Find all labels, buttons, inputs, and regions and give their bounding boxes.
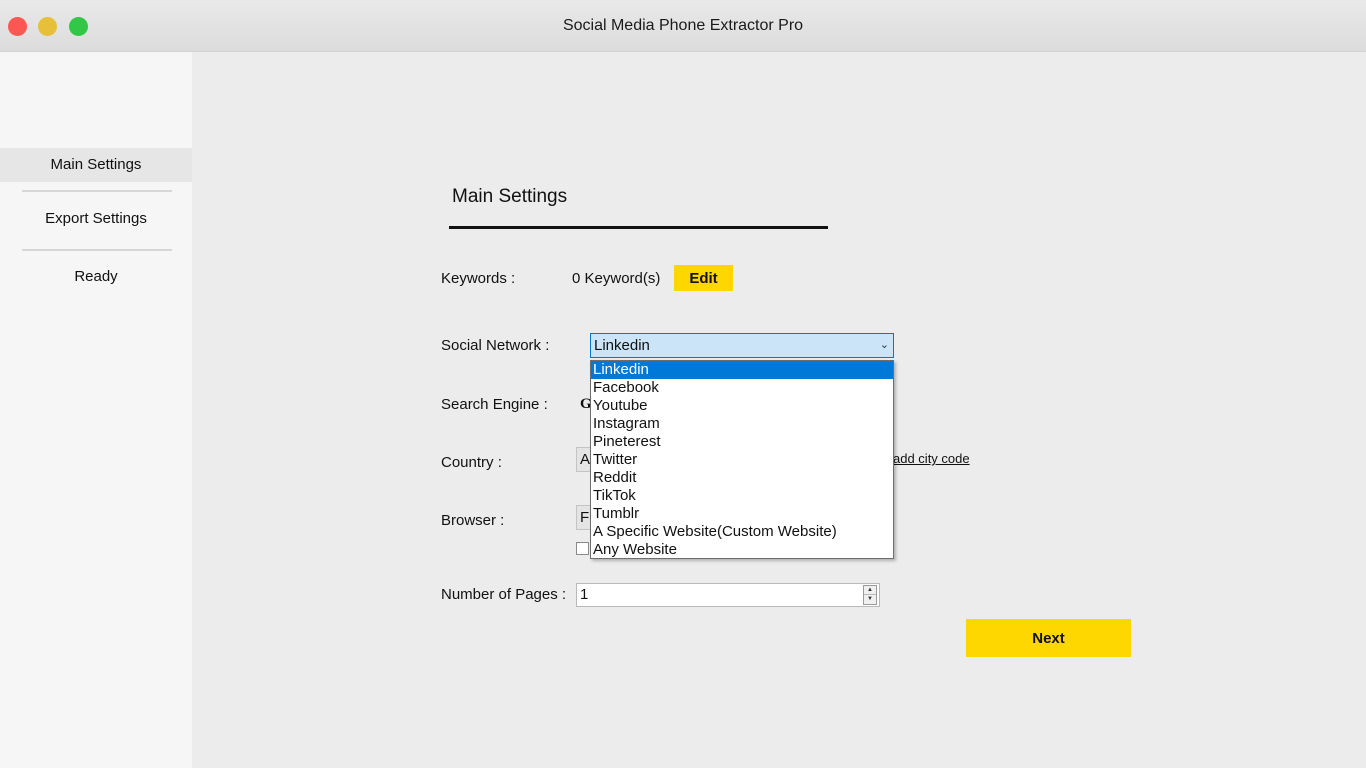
social-network-label: Social Network :: [441, 337, 550, 354]
edit-keywords-button[interactable]: Edit: [674, 265, 733, 291]
sidebar-divider: [22, 249, 172, 251]
keyword-count: 0 Keyword(s): [572, 270, 661, 287]
number-of-pages-label: Number of Pages :: [441, 586, 567, 603]
dropdown-option[interactable]: Youtube: [591, 397, 893, 415]
social-network-selected-value: Linkedin: [594, 337, 650, 354]
dropdown-option[interactable]: Pineterest: [591, 433, 893, 451]
dropdown-option[interactable]: Any Website: [591, 541, 893, 559]
country-label: Country :: [441, 454, 502, 471]
browser-option-checkbox[interactable]: [576, 542, 589, 555]
next-button[interactable]: Next: [966, 619, 1131, 657]
dropdown-option[interactable]: Instagram: [591, 415, 893, 433]
sidebar-item-export-settings[interactable]: Export Settings: [0, 202, 192, 236]
sidebar-item-main-settings[interactable]: Main Settings: [0, 148, 192, 182]
dropdown-option[interactable]: Tumblr: [591, 505, 893, 523]
window-title: Social Media Phone Extractor Pro: [562, 17, 804, 34]
search-engine-label: Search Engine :: [441, 396, 548, 413]
dropdown-option[interactable]: Linkedin: [591, 361, 893, 379]
sidebar-divider: [22, 190, 172, 192]
keywords-label: Keywords :: [441, 270, 516, 287]
chevron-down-icon[interactable]: ⌄: [880, 334, 889, 357]
number-of-pages-stepper[interactable]: 1 ▲ ▼: [576, 583, 880, 607]
dropdown-option[interactable]: A Specific Website(Custom Website): [591, 523, 893, 541]
sidebar-item-ready[interactable]: Ready: [0, 260, 192, 294]
spin-down-icon[interactable]: ▼: [864, 595, 876, 604]
spin-up-icon[interactable]: ▲: [864, 586, 876, 595]
dropdown-option[interactable]: TikTok: [591, 487, 893, 505]
dropdown-option[interactable]: Facebook: [591, 379, 893, 397]
page-title: Main Settings: [452, 186, 568, 207]
dropdown-option[interactable]: Reddit: [591, 469, 893, 487]
add-city-code-link[interactable]: add city code: [893, 451, 970, 466]
pages-spinner[interactable]: ▲ ▼: [863, 585, 877, 605]
title-bar: Social Media Phone Extractor Pro: [0, 0, 1366, 52]
social-network-select[interactable]: Linkedin ⌄: [590, 333, 894, 358]
title-underline: [449, 226, 828, 229]
social-network-dropdown: Linkedin Facebook Youtube Instagram Pinetere…: [590, 360, 894, 559]
number-of-pages-value: 1: [580, 586, 589, 603]
dropdown-option[interactable]: Twitter: [591, 451, 893, 469]
browser-label: Browser :: [441, 512, 505, 529]
sidebar: Main Settings Export Settings Ready: [0, 52, 192, 768]
